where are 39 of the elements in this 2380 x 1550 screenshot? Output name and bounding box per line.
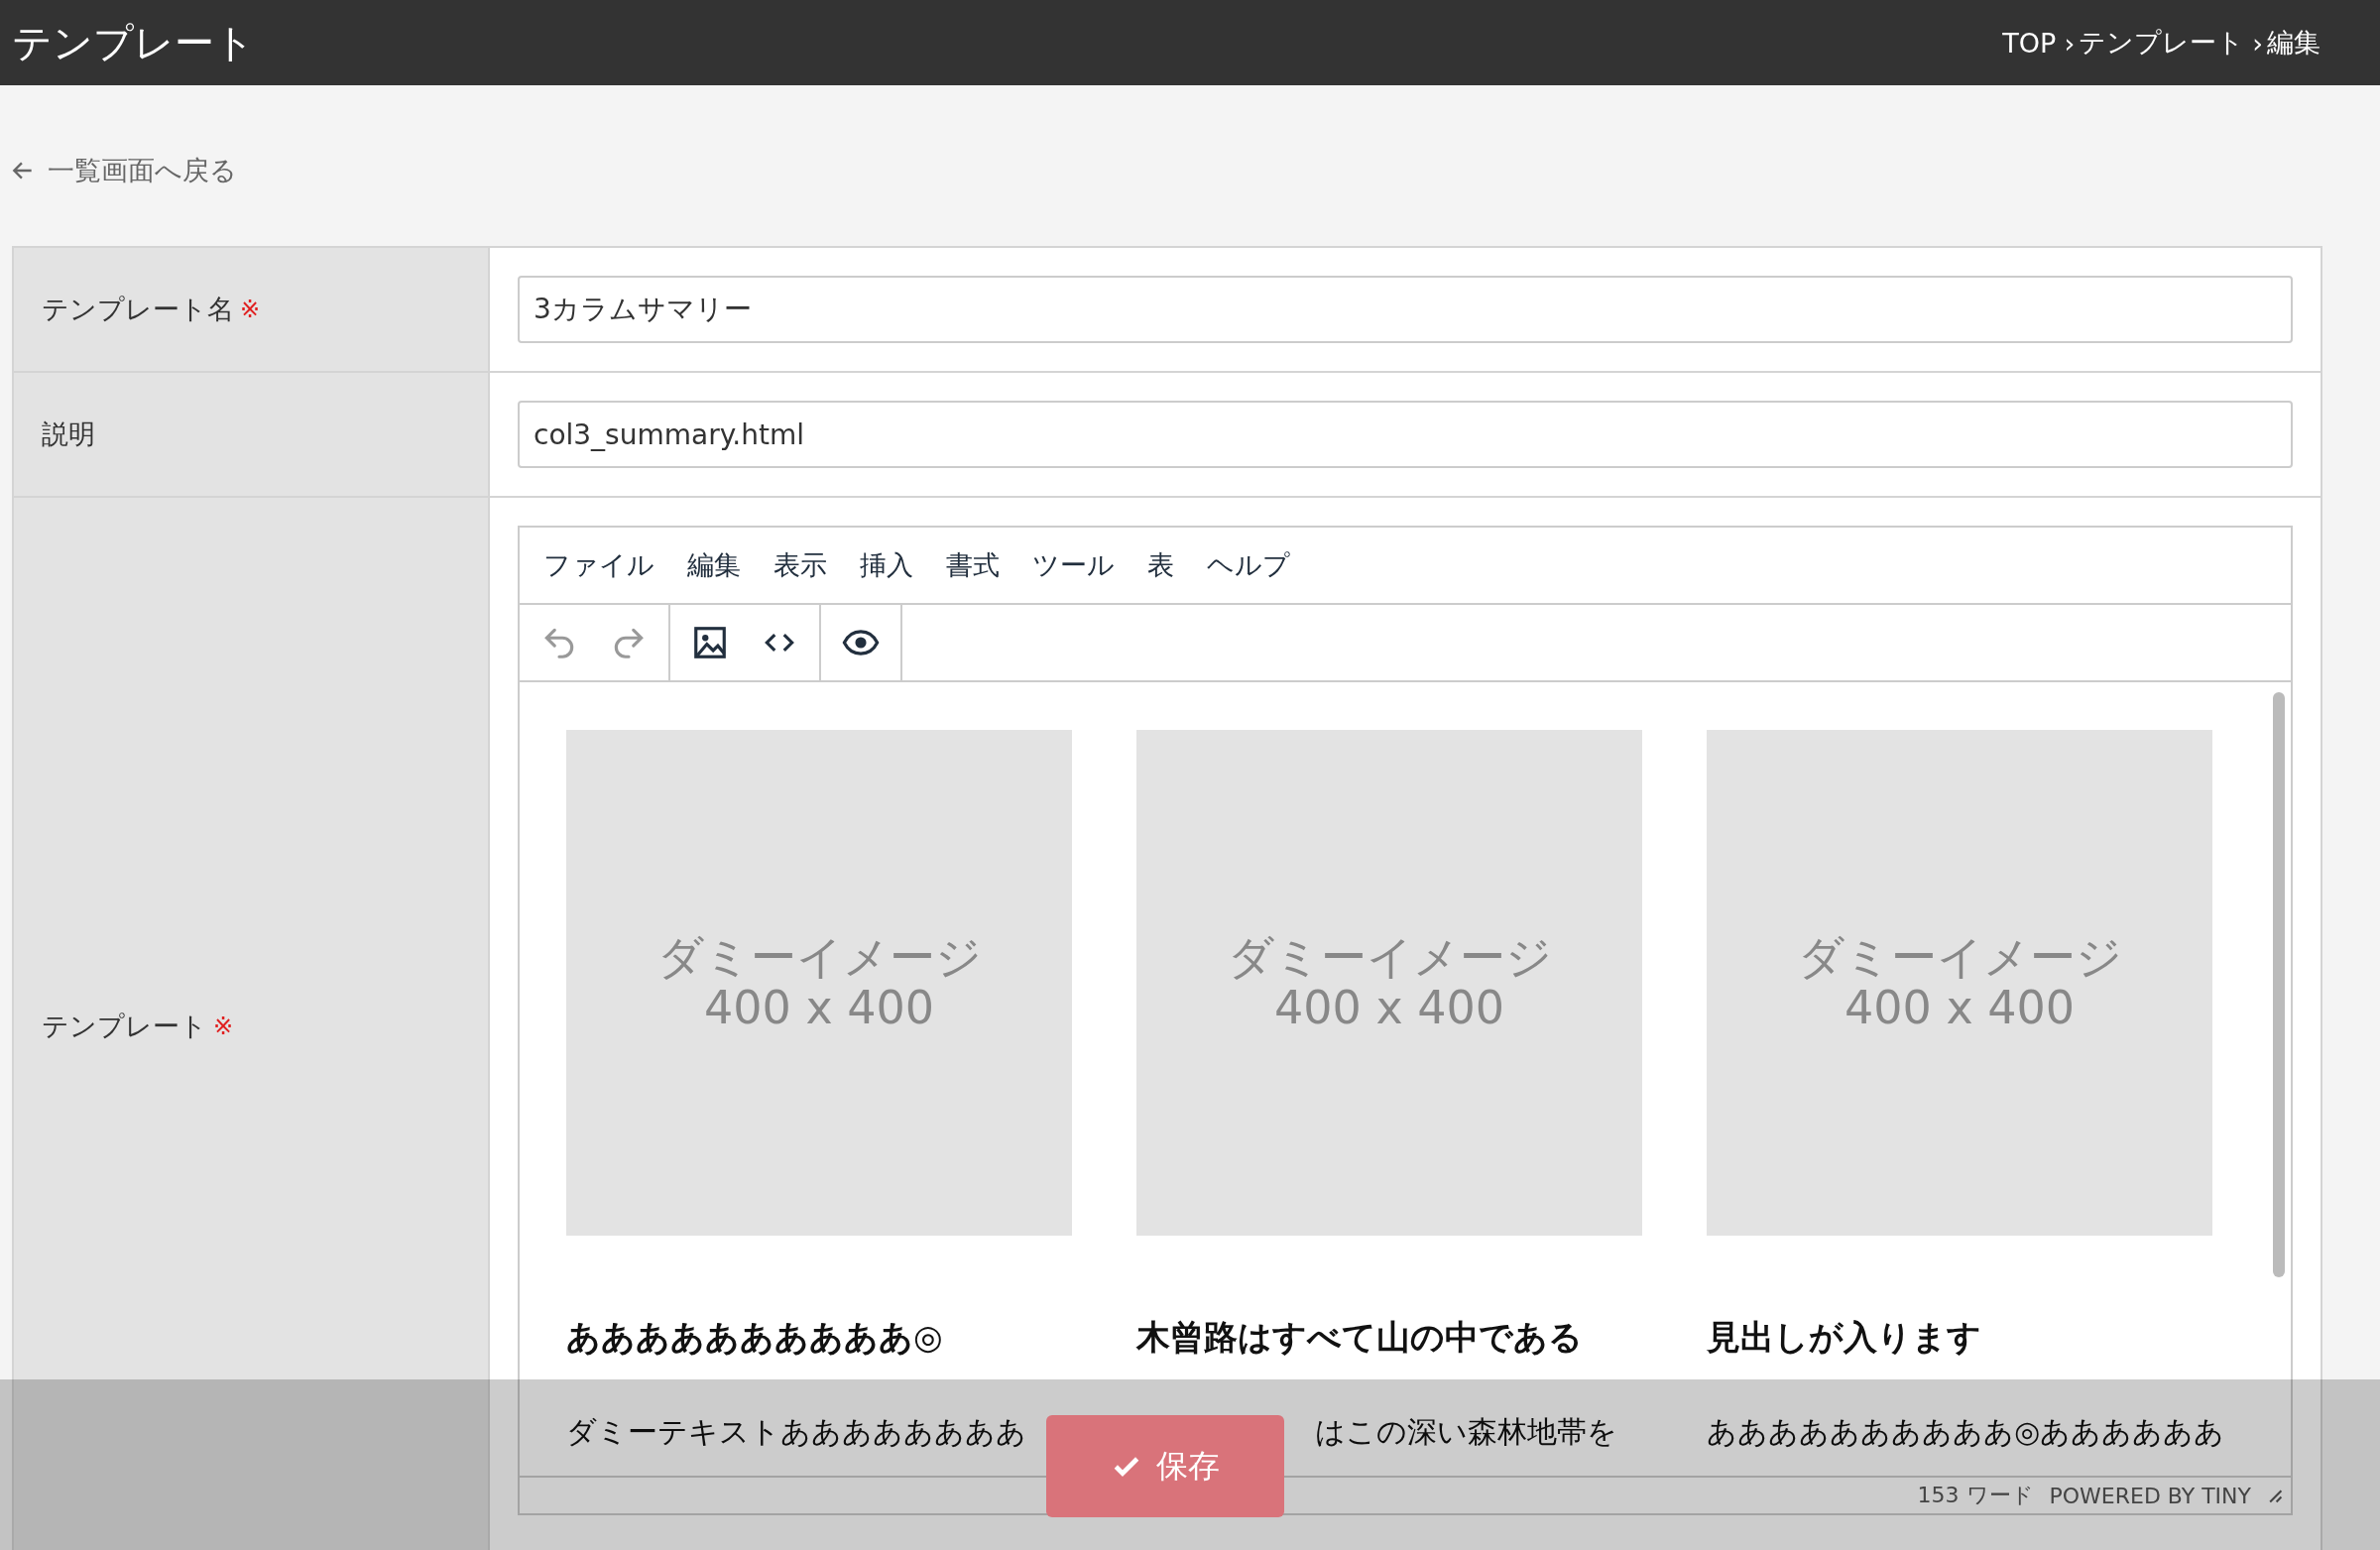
placeholder-text: ダミーイメージ [1227,932,1552,983]
placeholder-text: ダミーイメージ [656,932,982,983]
menu-item[interactable]: 挿入 [860,547,913,583]
resize-handle-icon[interactable] [2267,1488,2283,1503]
field-label: 説明 [42,417,95,451]
scrollbar-thumb[interactable] [2273,692,2285,1277]
menu-item[interactable]: ファイル [543,547,654,583]
word-count: 153 ワード [1917,1482,2034,1509]
column-text: ああああああああああ◎ああああああ [1707,1413,2225,1451]
breadcrumb-link[interactable]: TOP [2002,27,2057,59]
column-text: はこの深い森林地帯を [1314,1413,1617,1451]
branding-link[interactable]: POWERED BY TINY [2049,1483,2251,1508]
breadcrumb-link[interactable]: 編集 [2267,25,2320,60]
placeholder-text: 400 x 400 [1844,983,2076,1033]
breadcrumb-link[interactable]: テンプレート [2079,25,2245,60]
image-icon [691,624,729,661]
text-field[interactable]: 3カラムサマリー [518,276,2293,343]
placeholder-text: ダミーイメージ [1797,932,2122,983]
menu-item[interactable]: 表 [1147,547,1174,583]
menu-item[interactable]: ヘルプ [1207,547,1290,583]
menu-item[interactable]: 表示 [774,547,827,583]
menu-item[interactable]: 書式 [946,547,1000,583]
breadcrumb-separator: › [2252,27,2263,59]
text-field[interactable]: col3_summary.html [518,401,2293,468]
breadcrumb-separator: › [2064,27,2076,59]
back-link[interactable]: 一覧画面へ戻る [10,153,237,188]
placeholder-text: 400 x 400 [703,983,935,1033]
column-heading: 木曾路はすべて山の中である [1136,1316,1583,1359]
column-text: ダミーテキストああああああああ [566,1413,1026,1451]
field-label: テンプレート名 [42,293,234,326]
placeholder-text: 400 x 400 [1273,983,1505,1033]
field-label: テンプレート [42,1010,207,1043]
column-heading: 見出しが入ります [1707,1316,1981,1359]
menu-item[interactable]: ツール [1032,547,1115,583]
menu-item[interactable]: 編集 [687,547,741,583]
page-title: テンプレート [12,18,255,67]
required-mark: ※ [213,1013,234,1040]
column-heading: ああああああああああ◎ [566,1316,943,1359]
required-mark: ※ [240,296,261,323]
